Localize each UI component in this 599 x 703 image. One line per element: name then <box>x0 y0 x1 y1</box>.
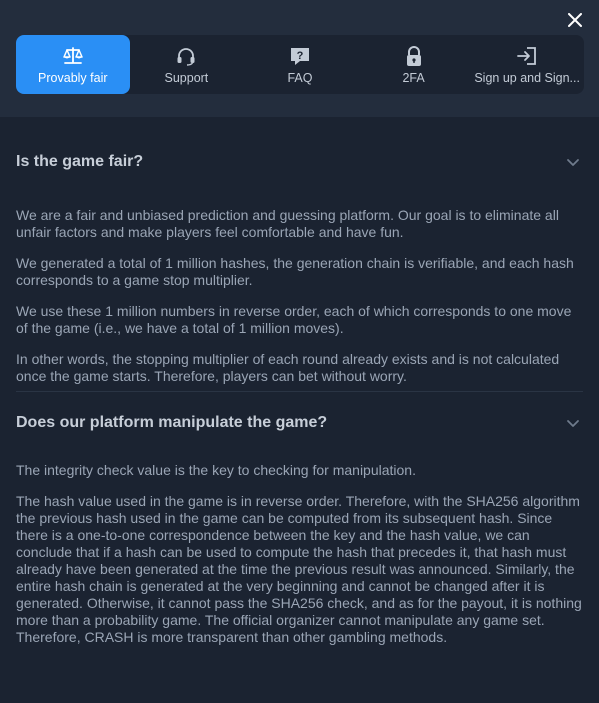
tab-sign-up-sign-in[interactable]: Sign up and Sign... <box>470 35 584 94</box>
faq-section: Does our platform manipulate the game? T… <box>16 398 583 646</box>
section-header-manipulate[interactable]: Does our platform manipulate the game? <box>16 398 583 448</box>
tab-bar: Provably fair Support ? FAQ 2FA Sign up … <box>16 35 584 94</box>
section-paragraph: The integrity check value is the key to … <box>16 462 416 478</box>
section-paragraph: The hash value used in the game is in re… <box>16 493 582 645</box>
tab-label: Sign up and Sign... <box>474 70 580 85</box>
tab-label: Provably fair <box>38 70 108 85</box>
headset-icon <box>175 45 197 67</box>
question-bubble-icon: ? <box>289 45 311 67</box>
tab-provably-fair[interactable]: Provably fair <box>16 35 130 94</box>
chevron-down-icon <box>567 420 579 427</box>
close-button[interactable] <box>563 8 587 32</box>
tab-label: 2FA <box>402 70 425 85</box>
tab-faq[interactable]: ? FAQ <box>243 35 357 94</box>
tab-support[interactable]: Support <box>130 35 244 94</box>
faq-section: Is the game fair? We are a fair and unbi… <box>16 117 583 392</box>
section-header-game-fair[interactable]: Is the game fair? <box>16 117 583 207</box>
lock-icon <box>404 45 424 67</box>
tab-label: Support <box>164 70 209 85</box>
section-title: Is the game fair? <box>16 153 144 170</box>
section-paragraph: We use these 1 million numbers in revers… <box>16 303 572 336</box>
faq-content: Is the game fair? We are a fair and unbi… <box>16 117 583 660</box>
scales-icon <box>62 45 84 67</box>
chevron-down-icon <box>567 159 579 166</box>
section-paragraph: We are a fair and unbiased prediction an… <box>16 207 559 240</box>
section-paragraph: We generated a total of 1 million hashes… <box>16 255 574 288</box>
section-title: Does our platform manipulate the game? <box>16 414 328 431</box>
tab-label: FAQ <box>287 70 313 85</box>
section-paragraph: In other words, the stopping multiplier … <box>16 351 560 384</box>
svg-text:?: ? <box>297 50 304 62</box>
divider <box>16 391 583 392</box>
close-icon <box>568 13 582 27</box>
sign-in-icon <box>516 45 538 67</box>
tab-2fa[interactable]: 2FA <box>357 35 471 94</box>
modal-header: Provably fair Support ? FAQ 2FA Sign up … <box>0 0 599 117</box>
